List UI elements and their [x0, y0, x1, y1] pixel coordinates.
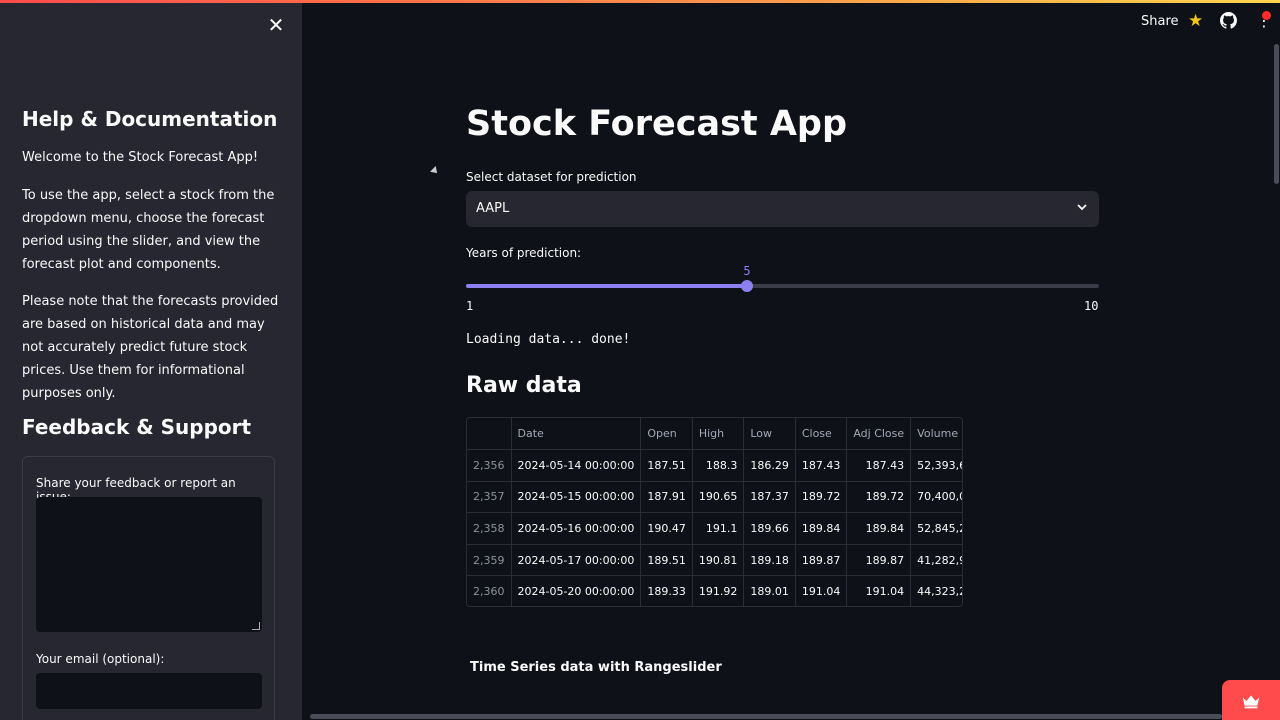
table-cell[interactable]: 190.47	[640, 512, 693, 545]
table-row[interactable]: 2,356 2024-05-14 00:00:00 187.51 188.3 186.2…	[467, 449, 962, 482]
table-cell[interactable]: 189.87	[846, 544, 912, 577]
raw-data-title: Raw data	[466, 373, 582, 398]
table-row[interactable]: 2,357 2024-05-15 00:00:00 187.91 190.65 187.…	[467, 481, 962, 514]
table-cell[interactable]: 187.91	[640, 481, 693, 514]
chevron-down-icon	[1077, 204, 1087, 211]
table-cell[interactable]: 186.29	[743, 449, 796, 482]
streamlit-badge-button[interactable]	[1222, 680, 1280, 720]
disclaimer-text: Please note that the forecasts provided …	[22, 294, 279, 401]
slider-min-label: 1	[466, 299, 474, 313]
email-label: Your email (optional):	[36, 652, 165, 666]
table-cell[interactable]: 187.43	[846, 449, 912, 482]
table-row[interactable]: 2,358 2024-05-16 00:00:00 190.47 191.1 189.6…	[467, 512, 962, 545]
table-cell[interactable]: 190.81	[692, 544, 745, 577]
mouse-cursor	[430, 166, 440, 176]
table-cell[interactable]: 41,282,900	[910, 544, 962, 577]
table-row[interactable]: 2,360 2024-05-20 00:00:00 189.33 191.92 189.…	[467, 575, 962, 606]
table-cell[interactable]: 189.72	[846, 481, 912, 514]
resize-grip-icon[interactable]	[252, 622, 260, 630]
column-header[interactable]: Volume	[910, 418, 962, 451]
table-cell[interactable]: 191.1	[692, 512, 745, 545]
table-cell[interactable]: 2024-05-15 00:00:00	[511, 481, 642, 514]
horizontal-scrollbar[interactable]	[310, 714, 1222, 719]
star-icon[interactable]: ★	[1188, 11, 1203, 31]
select-label: Select dataset for prediction	[466, 170, 637, 184]
table-cell[interactable]: 2024-05-20 00:00:00	[511, 575, 642, 606]
table-cell[interactable]: 191.04	[795, 575, 848, 606]
page-title: Stock Forecast App	[466, 104, 848, 144]
column-header[interactable]: Close	[795, 418, 848, 451]
slider-label: Years of prediction:	[466, 246, 582, 260]
table-cell[interactable]: 44,323,200	[910, 575, 962, 606]
email-field[interactable]	[36, 673, 262, 709]
table-cell[interactable]: 187.37	[743, 481, 796, 514]
dataset-select[interactable]: AAPL	[466, 191, 1099, 227]
vertical-scrollbar[interactable]	[1274, 44, 1279, 184]
table-cell[interactable]: 191.92	[692, 575, 745, 606]
table-cell[interactable]: 189.72	[795, 481, 848, 514]
table-cell[interactable]: 189.84	[795, 512, 848, 545]
select-value: AAPL	[476, 201, 510, 216]
table-cell[interactable]: 188.3	[692, 449, 745, 482]
loading-status: Loading data... done!	[466, 332, 631, 347]
table-cell[interactable]: 190.65	[692, 481, 745, 514]
feedback-title: Feedback & Support	[22, 415, 252, 439]
slider-value-label: 5	[743, 264, 751, 278]
table-cell[interactable]: 52,845,200	[910, 512, 962, 545]
row-index-cell[interactable]: 2,358	[467, 512, 512, 545]
feedback-textarea[interactable]	[36, 497, 262, 632]
table-cell[interactable]: 189.66	[743, 512, 796, 545]
time-series-title: Time Series data with Rangeslider	[470, 660, 722, 675]
row-index-cell[interactable]: 2,356	[467, 449, 512, 482]
table-cell[interactable]: 2024-05-14 00:00:00	[511, 449, 642, 482]
table-row[interactable]: 2,359 2024-05-17 00:00:00 189.51 190.81 189.…	[467, 544, 962, 577]
instructions-text: To use the app, select a stock from the …	[22, 188, 275, 272]
table-cell[interactable]: 189.33	[640, 575, 693, 606]
slider-max-label: 10	[1084, 299, 1099, 313]
table-cell[interactable]: 189.01	[743, 575, 796, 606]
table-cell[interactable]: 2024-05-17 00:00:00	[511, 544, 642, 577]
years-slider[interactable]	[466, 280, 1099, 292]
crown-icon	[1242, 695, 1260, 709]
slider-thumb[interactable]	[741, 280, 754, 292]
slider-fill	[466, 284, 748, 288]
close-sidebar-button[interactable]: ✕	[266, 15, 286, 35]
table-cell[interactable]: 189.51	[640, 544, 693, 577]
notification-dot	[1262, 11, 1271, 20]
column-header[interactable]: Low	[743, 418, 796, 451]
table-cell[interactable]: 191.04	[846, 575, 912, 606]
table-cell[interactable]: 70,400,000	[910, 481, 962, 514]
row-index-cell[interactable]: 2,357	[467, 481, 512, 514]
feedback-form: Share your feedback or report an issue: …	[22, 456, 275, 720]
row-index-cell[interactable]: 2,360	[467, 575, 512, 606]
table-cell[interactable]: 189.87	[795, 544, 848, 577]
share-button[interactable]: Share	[1141, 14, 1179, 29]
table-cell[interactable]: 187.51	[640, 449, 693, 482]
row-index-cell[interactable]: 2,359	[467, 544, 512, 577]
github-icon[interactable]	[1220, 12, 1237, 29]
table-cell[interactable]: 2024-05-16 00:00:00	[511, 512, 642, 545]
help-title: Help & Documentation	[22, 107, 278, 131]
column-header[interactable]: Open	[640, 418, 693, 451]
column-header[interactable]: Adj Close	[846, 418, 912, 451]
column-header[interactable]: Date	[511, 418, 642, 451]
column-header[interactable]: High	[692, 418, 745, 451]
table-cell[interactable]: 189.18	[743, 544, 796, 577]
welcome-text: Welcome to the Stock Forecast App!	[22, 150, 259, 165]
raw-data-table[interactable]: Date Open High Low Close Adj Close Volume 2,35…	[466, 417, 963, 607]
column-header[interactable]	[467, 418, 512, 451]
table-cell[interactable]: 189.84	[846, 512, 912, 545]
sidebar: ✕ Help & Documentation Welcome to the St…	[0, 3, 302, 720]
table-cell[interactable]: 52,393,600	[910, 449, 962, 482]
table-cell[interactable]: 187.43	[795, 449, 848, 482]
close-icon: ✕	[267, 13, 285, 37]
